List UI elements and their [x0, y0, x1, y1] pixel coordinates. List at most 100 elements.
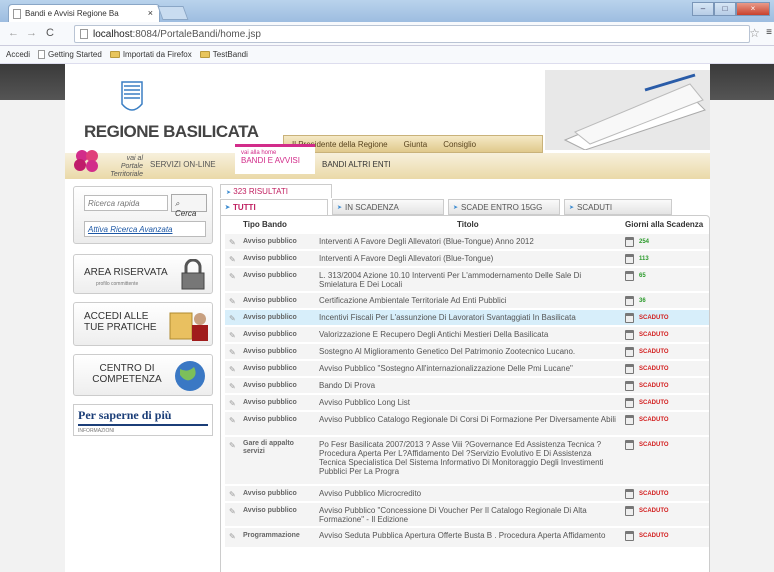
- search-button[interactable]: ⌕ Cerca: [171, 194, 207, 218]
- tab-scaduti[interactable]: ➤ SCADUTI: [564, 199, 672, 215]
- arrow-icon: ➤: [337, 205, 343, 211]
- area-riservata-label: AREA RISERVATA: [84, 267, 168, 278]
- search-button-label: Cerca: [175, 209, 197, 218]
- col-tipo[interactable]: Tipo Bando: [243, 220, 287, 229]
- cell-tipo: Avviso pubblico: [243, 331, 297, 338]
- cell-tipo: Avviso pubblico: [243, 297, 297, 304]
- cell-titolo[interactable]: Avviso Seduta Pubblica Apertura Offerte …: [319, 531, 619, 540]
- new-tab-button[interactable]: [157, 6, 189, 20]
- table-row[interactable]: ✎ Avviso pubblico Sostegno Al Migliorament…: [225, 344, 709, 360]
- calendar-icon: [625, 271, 634, 281]
- documents-icon: [169, 312, 208, 341]
- region-logo: [121, 81, 143, 111]
- table-row[interactable]: ✎ Avviso pubblico Avviso Pubblico Microcre…: [225, 486, 709, 502]
- search-input[interactable]: Ricerca rapida: [84, 195, 168, 211]
- divider: [78, 424, 208, 426]
- edit-icon: ✎: [229, 348, 236, 357]
- nav-home[interactable]: vai alla home BANDI E AVVISI: [235, 144, 315, 174]
- cell-giorni: SCADUTO: [639, 383, 669, 389]
- cell-titolo[interactable]: Avviso Pubblico "Sostegno All'internazio…: [319, 364, 619, 373]
- cell-titolo[interactable]: Avviso Pubblico "Concessione Di Voucher …: [319, 506, 619, 524]
- cell-titolo[interactable]: Avviso Pubblico Long List: [319, 398, 619, 407]
- tab-in-scadenza[interactable]: ➤ IN SCADENZA: [332, 199, 444, 215]
- calendar-icon: [625, 330, 634, 340]
- sidebar: Ricerca rapida ⌕ Cerca Attiva Ricerca Av…: [73, 186, 213, 572]
- lock-icon: [181, 259, 205, 290]
- back-icon[interactable]: ←: [8, 27, 19, 39]
- cell-titolo[interactable]: Incentivi Fiscali Per L'assunzione Di La…: [319, 313, 619, 322]
- bookmark-accedi[interactable]: Accedi: [6, 50, 30, 59]
- page-icon: [80, 29, 88, 39]
- cell-titolo[interactable]: Interventi A Favore Degli Allevatori (Bl…: [319, 237, 619, 246]
- calendar-icon: [625, 347, 634, 357]
- col-titolo[interactable]: Titolo: [457, 220, 479, 229]
- centro-competenza-box[interactable]: CENTRO DI COMPETENZA: [73, 354, 213, 396]
- maximize-button[interactable]: □: [714, 2, 736, 16]
- tab-close-icon[interactable]: ×: [148, 8, 153, 18]
- cell-titolo[interactable]: Certificazione Ambientale Territoriale A…: [319, 296, 619, 305]
- nav-servizi[interactable]: SERVIZI ON-LINE: [150, 160, 216, 169]
- table-row[interactable]: ✎ Avviso pubblico Interventi A Favore Degl…: [225, 251, 709, 267]
- calendar-icon: [625, 415, 634, 425]
- table-row[interactable]: ✎ Avviso pubblico Incentivi Fiscali Per L'…: [225, 310, 709, 326]
- table-row[interactable]: ✎ Avviso pubblico Certificazione Ambiental…: [225, 293, 709, 309]
- folder-icon: [199, 51, 210, 58]
- cell-titolo[interactable]: Sostegno Al Miglioramento Genetico Del P…: [319, 347, 619, 356]
- table-row[interactable]: ✎ Gare di appalto servizi Po Fesr Basilica…: [225, 437, 709, 485]
- cell-tipo: Avviso pubblico: [243, 507, 297, 514]
- calendar-icon: [625, 440, 634, 450]
- accedi-pratiche-box[interactable]: ACCEDI ALLE TUE PRATICHE: [73, 302, 213, 346]
- per-saperne-box[interactable]: Per saperne di più INFORMAZIONI: [73, 404, 213, 436]
- cell-titolo[interactable]: Po Fesr Basilicata 2007/2013 ? Asse Viii…: [319, 440, 619, 476]
- table-row[interactable]: ✎ Avviso pubblico Bando Di Prova SCADUTO: [225, 378, 709, 394]
- tab-scade-entro[interactable]: ➤ SCADE ENTRO 15GG: [448, 199, 560, 215]
- edit-icon: ✎: [229, 297, 236, 306]
- cell-titolo[interactable]: Avviso Pubblico Catalogo Regionale Di Co…: [319, 415, 619, 424]
- table-row[interactable]: ✎ Avviso pubblico Valorizzazione E Recuper…: [225, 327, 709, 343]
- cell-titolo[interactable]: Bando Di Prova: [319, 381, 619, 390]
- calendar-icon: [625, 364, 634, 374]
- table-row[interactable]: ✎ Avviso pubblico Avviso Pubblico "Sostegn…: [225, 361, 709, 377]
- menu-icon[interactable]: ≡: [766, 27, 772, 38]
- browser-tab[interactable]: Bandi e Avvisi Regione Ba ×: [8, 4, 160, 22]
- portal-link[interactable]: vai al Portale Territoriale: [103, 155, 143, 179]
- cell-tipo: Programmazione: [243, 532, 300, 539]
- table-row[interactable]: ✎ Avviso pubblico Avviso Pubblico "Concess…: [225, 503, 709, 527]
- institution-tabs: Il Presidente della Regione Giunta Consi…: [283, 135, 543, 153]
- arrow-icon: ➤: [226, 190, 232, 196]
- cell-titolo[interactable]: Avviso Pubblico Microcredito: [319, 489, 619, 498]
- cell-titolo[interactable]: L. 313/2004 Azione 10.10 Interventi Per …: [319, 271, 619, 289]
- search-box: Ricerca rapida ⌕ Cerca Attiva Ricerca Av…: [73, 186, 213, 244]
- table-row[interactable]: ✎ Avviso pubblico Avviso Pubblico Long Lis…: [225, 395, 709, 411]
- reload-icon[interactable]: C: [46, 27, 54, 39]
- browser-titlebar: Bandi e Avvisi Regione Ba × – □ ×: [0, 0, 774, 22]
- tab-giunta[interactable]: Giunta: [396, 136, 436, 152]
- edit-icon: ✎: [229, 532, 236, 541]
- tab-consiglio[interactable]: Consiglio: [435, 136, 484, 152]
- bookmark-getting-started[interactable]: Getting Started: [38, 50, 102, 59]
- bookmark-testbandi[interactable]: TestBandi: [199, 50, 248, 59]
- tab-tutti[interactable]: ➤ TUTTI: [220, 199, 328, 215]
- table-row[interactable]: ✎ Avviso pubblico L. 313/2004 Azione 10.10…: [225, 268, 709, 292]
- address-bar[interactable]: localhost:8084/PortaleBandi/home.jsp: [74, 25, 750, 43]
- table-row[interactable]: ✎ Programmazione Avviso Seduta Pubblica Ap…: [225, 528, 709, 548]
- table-row[interactable]: ✎ Avviso pubblico Avviso Pubblico Catalogo…: [225, 412, 709, 436]
- cell-titolo[interactable]: Valorizzazione E Recupero Degli Antichi …: [319, 330, 619, 339]
- star-icon[interactable]: ☆: [749, 26, 760, 40]
- cell-giorni: SCADUTO: [639, 332, 669, 338]
- col-giorni[interactable]: Giorni alla Scadenza: [625, 220, 703, 229]
- table-row[interactable]: ✎ Avviso pubblico Interventi A Favore Degl…: [225, 234, 709, 250]
- nav-altri-enti[interactable]: BANDI ALTRI ENTI: [322, 160, 391, 169]
- close-window-button[interactable]: ×: [736, 2, 770, 16]
- area-riservata-box[interactable]: AREA RISERVATA profilo committente: [73, 254, 213, 294]
- portal-logo[interactable]: [72, 148, 106, 174]
- informazioni-label: INFORMAZIONI: [78, 428, 115, 434]
- forward-icon[interactable]: →: [26, 27, 37, 39]
- minimize-button[interactable]: –: [692, 2, 714, 16]
- cell-titolo[interactable]: Interventi A Favore Degli Allevatori (Bl…: [319, 254, 619, 263]
- tab-label: SCADE ENTRO 15GG: [461, 203, 543, 212]
- bookmark-importati[interactable]: Importati da Firefox: [109, 50, 192, 59]
- advanced-search-link[interactable]: Attiva Ricerca Avanzata: [84, 221, 206, 237]
- cell-giorni: SCADUTO: [639, 315, 669, 321]
- cell-tipo: Avviso pubblico: [243, 255, 297, 262]
